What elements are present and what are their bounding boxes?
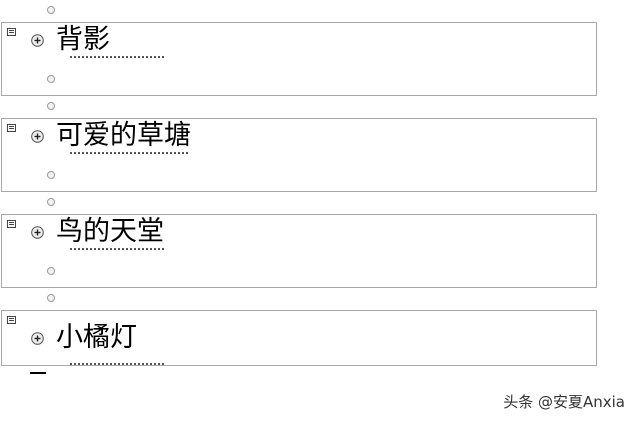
section-heading[interactable]: 鸟的天堂 — [56, 216, 164, 248]
section-heading[interactable]: 背影 — [56, 24, 110, 56]
empty-bullet-icon[interactable] — [47, 75, 55, 83]
empty-bullet-icon[interactable] — [47, 171, 55, 179]
expand-plus-icon[interactable] — [31, 226, 44, 239]
watermark-text: 头条 @安夏Anxia — [503, 393, 625, 411]
outline-section-3[interactable]: 鸟的天堂 — [1, 214, 597, 288]
section-anchor-icon[interactable] — [7, 28, 16, 36]
outline-section-2[interactable]: 可爱的草塘 — [1, 118, 597, 192]
empty-bullet-icon[interactable] — [47, 102, 55, 110]
spellcheck-underline — [70, 56, 164, 58]
section-anchor-icon[interactable] — [7, 316, 16, 324]
spellcheck-underline — [70, 248, 164, 250]
section-heading[interactable]: 可爱的草塘 — [56, 120, 191, 152]
empty-bullet-icon[interactable] — [47, 267, 55, 275]
section-anchor-icon[interactable] — [7, 220, 16, 228]
spellcheck-underline — [70, 363, 164, 365]
section-heading[interactable]: 小橘灯 — [56, 322, 137, 354]
spellcheck-underline — [70, 152, 188, 154]
section-anchor-icon[interactable] — [7, 124, 16, 132]
empty-bullet-icon[interactable] — [47, 6, 55, 14]
outline-section-1[interactable]: 背影 — [1, 22, 597, 96]
outline-section-4[interactable]: 小橘灯 — [1, 310, 597, 366]
expand-plus-icon[interactable] — [31, 130, 44, 143]
text-cursor — [30, 372, 46, 374]
empty-bullet-icon[interactable] — [47, 198, 55, 206]
empty-bullet-icon[interactable] — [47, 294, 55, 302]
expand-plus-icon[interactable] — [31, 332, 44, 345]
expand-plus-icon[interactable] — [31, 34, 44, 47]
